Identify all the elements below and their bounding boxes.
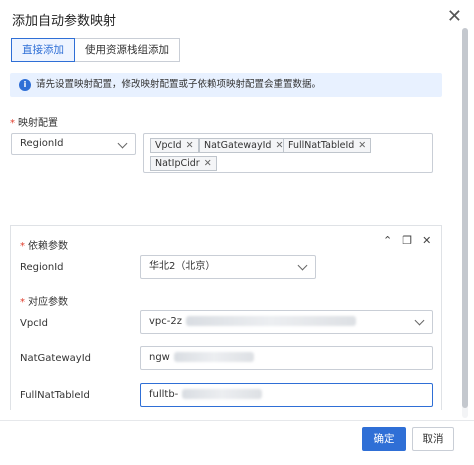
tag-remove-icon[interactable]: ✕ <box>358 140 366 151</box>
notice-text: 请先设置映射配置，修改映射配置或子依赖项映射配置会重置数据。 <box>36 79 322 90</box>
redacted-text <box>173 352 254 362</box>
scrollbar[interactable] <box>462 28 468 418</box>
confirm-button[interactable]: 确定 <box>362 427 406 451</box>
region-select-value: 华北2（北京） <box>149 261 216 272</box>
vpcid-value: vpc-2z <box>149 316 182 327</box>
required-mark: * <box>20 297 25 308</box>
required-mark: * <box>10 118 15 129</box>
tag-vpcid: VpcId ✕ <box>150 138 199 153</box>
tag-natgatewayid: NatGatewayId ✕ <box>199 138 289 153</box>
chevron-down-icon <box>117 138 128 149</box>
tab-direct-add[interactable]: 直接添加 <box>11 38 75 62</box>
footer-divider <box>0 420 474 421</box>
tag-fullnattableid: FullNatTableId ✕ <box>283 138 372 153</box>
chevron-down-icon <box>414 315 425 326</box>
copy-icon[interactable]: ❐ <box>402 234 412 247</box>
info-icon: i <box>19 79 31 91</box>
fullnattableid-label: FullNatTableId <box>20 390 90 401</box>
collapse-icon[interactable]: ⌃ <box>383 234 392 247</box>
fullnattableid-input[interactable]: fulltb- <box>140 383 433 407</box>
mapping-label: * 映射配置 <box>10 118 58 129</box>
dependency-label: * 依赖参数 <box>20 241 68 252</box>
vpcid-label: VpcId <box>20 318 48 329</box>
mapping-tag-box[interactable]: VpcId ✕ NatGatewayId ✕ FullNatTableId ✕ Nat… <box>143 133 433 173</box>
vpcid-select[interactable]: vpc-2z <box>140 310 433 334</box>
card-actions: ⌃ ❐ ✕ <box>383 234 431 247</box>
corresponding-label: * 对应参数 <box>20 297 68 308</box>
dialog-title: 添加自动参数映射 <box>12 14 117 29</box>
cancel-button[interactable]: 取消 <box>412 427 454 451</box>
region-select[interactable]: 华北2（北京） <box>140 255 316 279</box>
tag-remove-icon[interactable]: ✕ <box>186 140 194 151</box>
required-mark: * <box>20 241 25 252</box>
dependency-card: * 依赖参数 ⌃ ❐ ✕ RegionId 华北2（北京） * 对应参数 VpcId… <box>10 225 442 410</box>
chevron-down-icon <box>297 260 308 271</box>
tab-stack-group-add[interactable]: 使用资源栈组添加 <box>75 38 180 62</box>
tag-natipcidr: NatIpCidr ✕ <box>150 156 217 171</box>
notice-banner: i 请先设置映射配置，修改映射配置或子依赖项映射配置会重置数据。 <box>10 73 442 97</box>
tag-remove-icon[interactable]: ✕ <box>204 158 212 169</box>
close-icon[interactable]: ✕ <box>422 234 431 247</box>
close-icon[interactable]: ✕ <box>447 6 462 27</box>
redacted-text <box>185 316 356 326</box>
natgatewayid-label: NatGatewayId <box>20 353 92 364</box>
natgatewayid-input[interactable]: ngw <box>140 346 433 370</box>
tab-bar: 直接添加 使用资源栈组添加 <box>11 38 180 62</box>
region-label: RegionId <box>20 262 64 273</box>
natgatewayid-value: ngw <box>149 352 170 363</box>
mapping-select-value: RegionId <box>20 138 64 149</box>
mapping-select[interactable]: RegionId <box>11 133 136 155</box>
redacted-text <box>182 389 263 399</box>
fullnattableid-value: fulltb- <box>149 389 179 400</box>
scrollbar-thumb[interactable] <box>462 28 468 408</box>
